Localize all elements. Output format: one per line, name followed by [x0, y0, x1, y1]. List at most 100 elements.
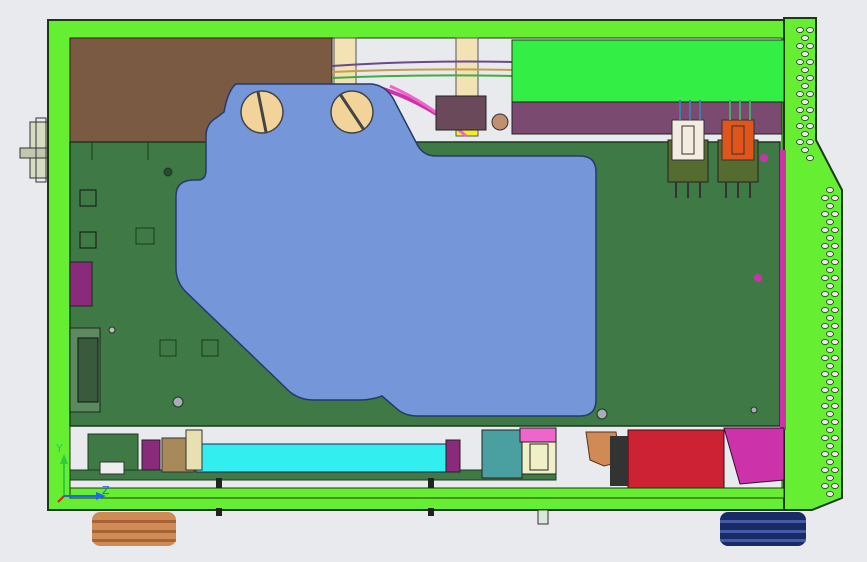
vent-hole	[826, 203, 834, 209]
vent-hole	[831, 355, 839, 361]
vent-hole	[821, 243, 829, 249]
vent-hole	[796, 107, 804, 113]
ribbon-connector[interactable]	[195, 443, 447, 473]
bottom-rail	[69, 487, 785, 499]
vent-hole	[801, 99, 809, 105]
vent-hole	[801, 115, 809, 121]
vent-hole	[806, 123, 814, 129]
vent-hole	[821, 195, 829, 201]
vent-hole	[821, 275, 829, 281]
electrolytic-cap	[141, 439, 161, 471]
dark-spacer	[610, 436, 628, 486]
screw-1[interactable]	[240, 90, 284, 134]
red-transformer-block[interactable]	[627, 429, 725, 489]
triad-z-label: Z	[102, 484, 110, 497]
vent-hole	[806, 59, 814, 65]
vent-hole	[821, 435, 829, 441]
vent-hole	[821, 307, 829, 313]
beige-cap	[185, 429, 203, 471]
vent-hole	[826, 283, 834, 289]
vent-hole	[826, 459, 834, 465]
vent-hole	[806, 155, 814, 161]
screw-2[interactable]	[330, 90, 374, 134]
foot-left-copper[interactable]	[92, 512, 176, 546]
vent-hole	[826, 267, 834, 273]
vent-hole	[806, 27, 814, 33]
vent-hole	[826, 395, 834, 401]
vent-hole	[821, 483, 829, 489]
vent-hole	[826, 219, 834, 225]
vent-hole	[826, 491, 834, 497]
vent-hole	[831, 387, 839, 393]
vent-hole	[801, 51, 809, 57]
vent-hole	[831, 211, 839, 217]
vent-hole	[806, 139, 814, 145]
small-cap-right	[445, 439, 461, 473]
foot-right-navy[interactable]	[720, 512, 806, 546]
vent-hole	[806, 91, 814, 97]
vent-hole	[831, 195, 839, 201]
round-clip	[491, 113, 509, 131]
power-module-block[interactable]	[511, 39, 785, 103]
vent-hole	[821, 403, 829, 409]
vent-hole	[826, 411, 834, 417]
vent-hole	[821, 355, 829, 361]
vent-hole	[831, 323, 839, 329]
vent-hole	[821, 323, 829, 329]
vent-hole	[831, 419, 839, 425]
vent-hole	[806, 43, 814, 49]
vent-hole	[821, 291, 829, 297]
vent-hole	[831, 339, 839, 345]
vent-hole	[801, 67, 809, 73]
vent-hole	[831, 307, 839, 313]
vent-hole	[831, 243, 839, 249]
vent-hole	[806, 107, 814, 113]
vent-hole	[826, 299, 834, 305]
vent-hole	[831, 227, 839, 233]
vent-hole	[821, 387, 829, 393]
vent-hole	[826, 347, 834, 353]
vent-hole	[826, 363, 834, 369]
enclosure-assembly-drawing: Y Z	[0, 0, 867, 562]
jumper	[99, 461, 125, 475]
vent-hole	[826, 427, 834, 433]
vent-hole	[801, 83, 809, 89]
standoff-post-2	[455, 37, 479, 97]
vent-hole	[801, 147, 809, 153]
vent-hole	[831, 451, 839, 457]
vent-hole	[796, 75, 804, 81]
cad-viewport[interactable]: Y Z	[0, 0, 867, 562]
vent-hole	[796, 27, 804, 33]
vent-hole	[821, 259, 829, 265]
magenta-component-left	[69, 261, 93, 307]
vent-hole	[831, 291, 839, 297]
vent-hole	[796, 123, 804, 129]
vent-hole	[831, 483, 839, 489]
vent-hole	[831, 275, 839, 281]
vent-hole	[821, 371, 829, 377]
vent-hole	[821, 467, 829, 473]
vent-hole	[826, 187, 834, 193]
teal-connector[interactable]	[481, 429, 523, 479]
vent-hole	[826, 235, 834, 241]
vent-hole	[826, 315, 834, 321]
vent-hole	[821, 227, 829, 233]
vent-hole	[796, 43, 804, 49]
vent-hole	[831, 259, 839, 265]
vent-hole	[821, 211, 829, 217]
magenta-strip-right	[780, 150, 786, 430]
vent-hole	[826, 331, 834, 337]
vent-hole	[821, 451, 829, 457]
vent-hole	[821, 339, 829, 345]
triad-y-label: Y	[55, 442, 63, 455]
vent-hole	[831, 371, 839, 377]
vent-hole	[826, 251, 834, 257]
vent-hole	[826, 379, 834, 385]
vent-hole	[796, 91, 804, 97]
vent-hole	[796, 139, 804, 145]
vent-hole	[801, 35, 809, 41]
vent-hole	[821, 419, 829, 425]
vent-hole	[831, 467, 839, 473]
purple-clip	[435, 95, 487, 131]
vent-hole	[826, 475, 834, 481]
